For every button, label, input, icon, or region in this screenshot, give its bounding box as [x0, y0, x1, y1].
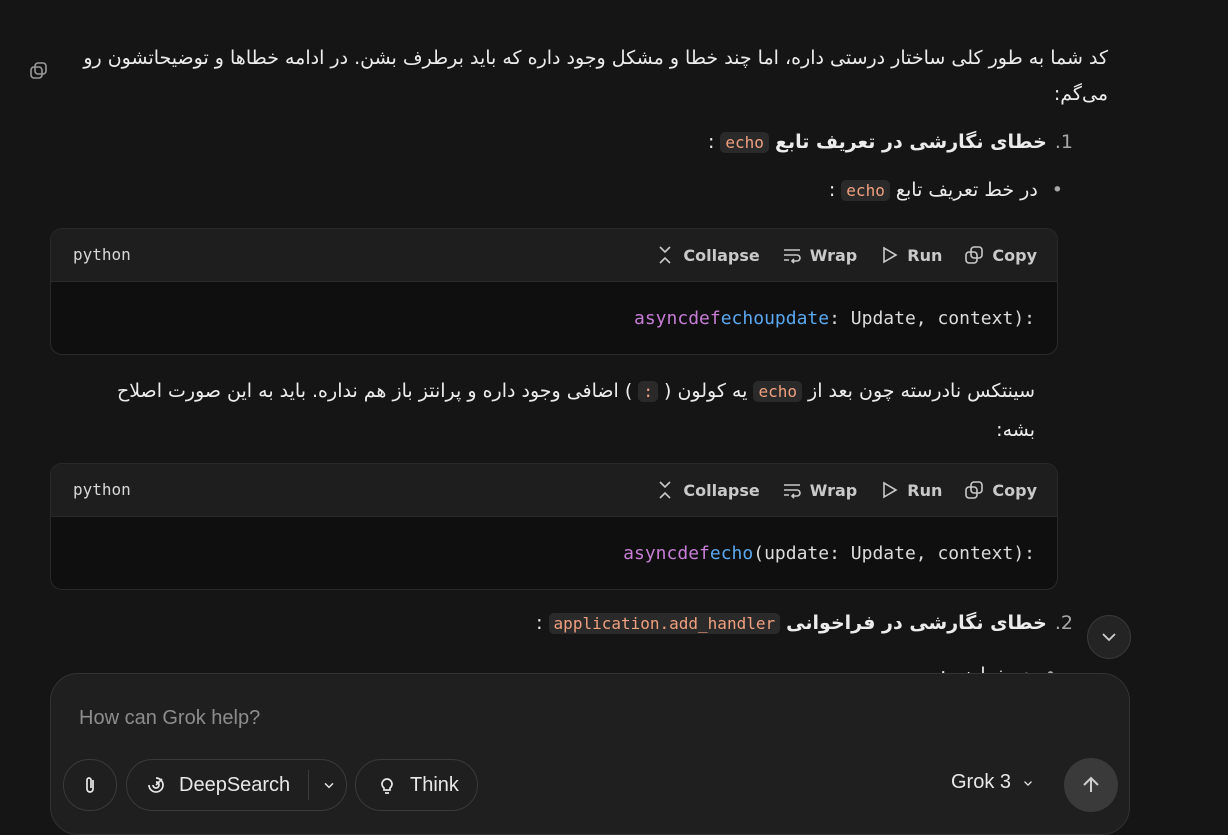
code-block: python Collapse Wrap Run Copy async def …: [50, 228, 1058, 355]
model-selector[interactable]: Grok 3: [951, 771, 1035, 794]
arrow-up-icon: [1083, 776, 1099, 792]
bullet-text: در خط زیر:: [940, 664, 1031, 673]
collapse-label: Collapse: [683, 245, 760, 265]
collapse-button[interactable]: Collapse: [655, 245, 760, 265]
inline-code: application.add_handler: [548, 613, 781, 634]
code-function: echo: [720, 307, 765, 329]
model-label: Grok 3: [951, 771, 1012, 793]
code-content: async def echo update: Update, context):: [51, 282, 1057, 354]
explanation-paragraph: سینتکس نادرسته چون بعد از echo یه کولون …: [75, 372, 1035, 449]
lightbulb-icon: [381, 778, 393, 794]
code-actions: Collapse Wrap Run Copy: [655, 464, 1037, 516]
wrap-icon: [783, 484, 801, 499]
copy-icon: [965, 246, 984, 264]
code-text: (update: Update, context):: [753, 542, 1035, 564]
bullet-text: در خط تعریف تابع: [895, 179, 1038, 201]
bullet-item-2-partial: • در خط زیر:: [940, 660, 1056, 673]
copy-label: Copy: [992, 480, 1037, 500]
code-block-header: python Collapse Wrap Run Copy: [51, 229, 1057, 282]
code-keyword: def: [688, 307, 721, 329]
run-label: Run: [907, 245, 943, 265]
wrap-label: Wrap: [809, 480, 858, 500]
code-block: python Collapse Wrap Run Copy async def …: [50, 463, 1058, 590]
deepsearch-button[interactable]: DeepSearch: [126, 759, 347, 811]
code-keyword: async: [623, 542, 678, 564]
bullet-dot: •: [1051, 179, 1063, 201]
wrap-button[interactable]: Wrap: [782, 480, 858, 500]
list-item-1: 1. خطای نگارشی در تعریف تابع echo :: [708, 127, 1073, 158]
code-function: echo: [709, 542, 754, 564]
wrap-icon: [783, 249, 801, 264]
list-item-2: 2. خطای نگارشی در فراخوانی application.ad…: [536, 608, 1073, 639]
chevron-down-icon: [1102, 633, 1116, 642]
copy-icon: [965, 481, 984, 499]
code-keyword: def: [677, 542, 710, 564]
copy-label: Copy: [992, 245, 1037, 265]
list-number: 1.: [1054, 131, 1073, 153]
inline-code: echo: [841, 180, 890, 201]
code-function: update: [764, 307, 830, 329]
bullet-dot: •: [1045, 664, 1056, 673]
code-block-header: python Collapse Wrap Run Copy: [51, 464, 1057, 517]
code-language: python: [73, 480, 131, 499]
run-button[interactable]: Run: [879, 245, 942, 265]
divider: [308, 770, 310, 800]
chevron-down-icon[interactable]: [321, 777, 337, 793]
scroll-down-button[interactable]: [1087, 615, 1131, 659]
run-label: Run: [907, 480, 943, 500]
paperclip-icon: [86, 777, 94, 793]
punctuation: :: [707, 131, 715, 153]
play-icon: [883, 481, 898, 499]
prompt-input[interactable]: [77, 702, 981, 734]
think-label: Think: [410, 773, 459, 796]
code-text: : Update, context):: [829, 307, 1035, 329]
list-item-title: خطای نگارشی در فراخوانی: [786, 612, 1047, 634]
bullet-item-1: • در خط تعریف تابع echo :: [829, 175, 1063, 206]
deepsearch-icon: [148, 777, 164, 793]
collapse-icon: [659, 246, 671, 264]
inline-code: :: [638, 381, 658, 402]
copy-message-icon[interactable]: [29, 61, 49, 81]
collapse-label: Collapse: [683, 480, 760, 500]
attach-button[interactable]: [63, 759, 117, 811]
copy-code-button[interactable]: Copy: [964, 245, 1037, 265]
send-button[interactable]: [1064, 758, 1118, 812]
run-button[interactable]: Run: [879, 480, 942, 500]
chevron-down-icon: [1024, 780, 1032, 786]
copy-code-button[interactable]: Copy: [964, 480, 1037, 500]
list-number: 2.: [1054, 612, 1073, 634]
list-item-title: خطای نگارشی در تعریف تابع: [774, 131, 1047, 153]
inline-code: echo: [753, 381, 802, 402]
chat-area: کد شما به طور کلی ساختار درستی داره، اما…: [0, 0, 1228, 835]
code-content: async def echo (update: Update, context):: [51, 517, 1057, 589]
wrap-label: Wrap: [809, 245, 858, 265]
code-actions: Collapse Wrap Run Copy: [655, 229, 1037, 281]
think-button[interactable]: Think: [355, 759, 478, 811]
explain-text: سینتکس نادرسته چون بعد از: [808, 380, 1035, 402]
code-keyword: async: [634, 307, 689, 329]
wrap-button[interactable]: Wrap: [782, 245, 858, 265]
code-language: python: [73, 245, 131, 264]
intro-paragraph: کد شما به طور کلی ساختار درستی داره، اما…: [83, 47, 1108, 105]
punctuation: :: [828, 179, 836, 201]
play-icon: [883, 246, 898, 264]
inline-code: echo: [720, 132, 769, 153]
collapse-icon: [659, 481, 671, 499]
explain-text: یه کولون (: [664, 380, 748, 402]
collapse-button[interactable]: Collapse: [655, 480, 760, 500]
deepsearch-label: DeepSearch: [179, 773, 291, 796]
punctuation: :: [536, 612, 543, 634]
